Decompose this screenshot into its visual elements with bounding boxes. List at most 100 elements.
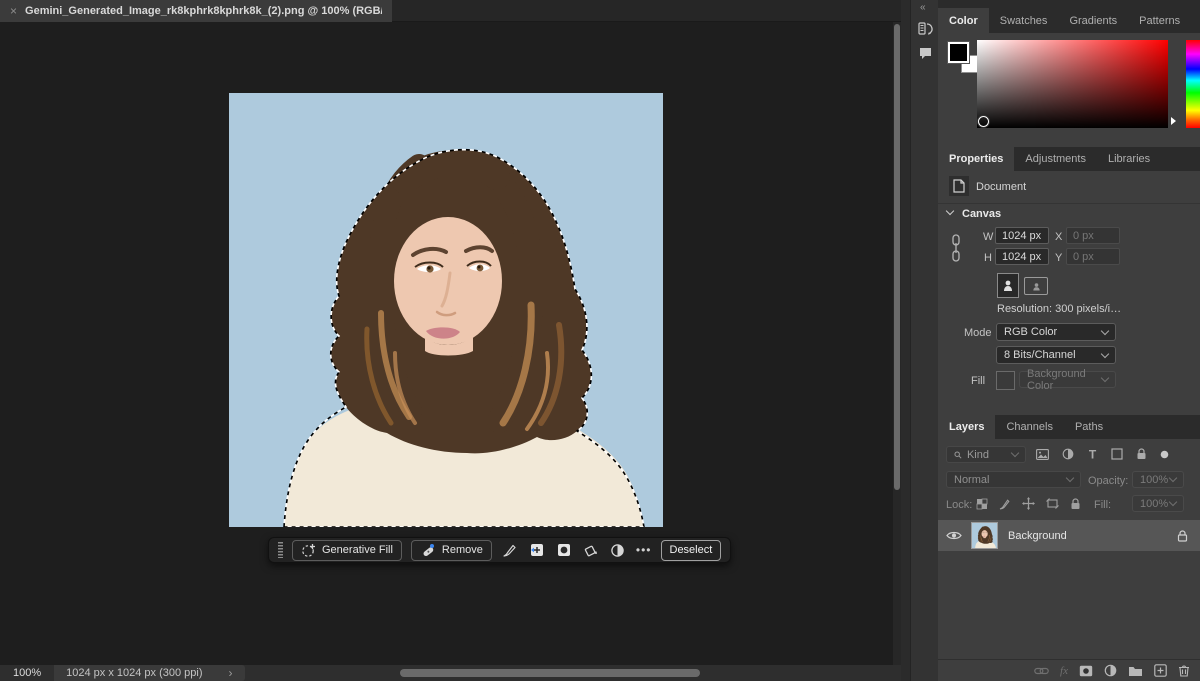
x-input[interactable]: 0 px [1066,227,1120,244]
tab-paths[interactable]: Paths [1064,414,1114,439]
remove-button[interactable]: Remove [411,540,492,561]
fill-label: Fill [971,375,985,387]
resolution-text: Resolution: 300 pixels/i… [997,303,1121,315]
add-layer-mask-icon[interactable] [1079,665,1093,677]
mask-icon [556,542,572,558]
dock-gap [901,0,910,681]
properties-panel-tab-bar: Properties Adjustments Libraries [938,147,1200,171]
bit-depth-select[interactable]: 8 Bits/Channel [996,346,1116,364]
canvas-section-chevron-icon[interactable] [947,211,953,214]
new-layer-icon[interactable] [1154,664,1167,677]
filter-type-layers-icon[interactable]: T [1087,448,1098,460]
landscape-orientation-button[interactable] [1024,277,1048,295]
new-adjustment-layer-icon[interactable] [1104,664,1117,677]
y-input[interactable]: 0 px [1066,248,1120,265]
deselect-button[interactable]: Deselect [661,540,722,561]
document-image[interactable] [229,93,663,527]
new-group-icon[interactable] [1128,665,1143,677]
document-size-info[interactable]: 1024 px x 1024 px (300 ppi) › [54,665,244,681]
landscape-icon [1032,282,1041,291]
half-circle-adjustment-icon [610,543,625,558]
zoom-level-field[interactable]: 100% [0,667,54,679]
vertical-scrollbar[interactable] [893,22,901,665]
comments-panel-button[interactable] [916,44,934,62]
portrait-orientation-button[interactable] [997,273,1019,298]
canvas-section-header[interactable]: Canvas [962,208,1001,220]
more-options-button[interactable]: ••• [636,543,652,557]
hue-bar[interactable] [1186,40,1200,128]
tab-gradients[interactable]: Gradients [1058,8,1128,33]
layer-fill-field[interactable]: 100% [1132,495,1184,512]
transform-selection-icon [529,542,545,558]
layer-thumbnail[interactable] [971,522,998,549]
panel-dock-strip: « [910,0,938,681]
tab-patterns[interactable]: Patterns [1128,8,1191,33]
blend-mode-select[interactable]: Normal [946,471,1081,488]
comment-icon [918,46,933,60]
tab-layers[interactable]: Layers [938,414,995,439]
lock-pixels-icon[interactable] [999,498,1011,510]
collapse-panels-icon[interactable]: « [920,2,925,13]
opacity-field[interactable]: 100% [1132,471,1184,488]
fill-selection-button[interactable] [582,541,600,559]
tab-swatches[interactable]: Swatches [989,8,1059,33]
fill-content-select[interactable]: Background Color [1019,371,1116,388]
generative-fill-button[interactable]: Generative Fill [292,540,402,561]
filter-pixel-layers-icon[interactable] [1036,449,1049,460]
layer-effects-icon[interactable]: fx [1060,665,1068,677]
filter-smart-objects-icon[interactable] [1136,448,1147,460]
lock-position-icon[interactable] [1022,497,1035,510]
paint-bucket-icon [583,543,599,558]
adjustment-button[interactable] [609,541,627,559]
filter-adjustment-layers-icon[interactable] [1062,448,1074,460]
width-label: W [983,231,993,243]
brush-icon [502,543,517,558]
lock-all-icon[interactable] [1070,498,1081,510]
tab-adjustments[interactable]: Adjustments [1014,146,1097,171]
history-icon [917,21,933,37]
color-picker-cursor[interactable] [978,116,989,127]
link-dimensions-icon[interactable] [950,234,962,262]
tab-properties[interactable]: Properties [938,146,1014,171]
width-input[interactable]: 1024 px [995,227,1049,244]
selection-brush-button[interactable] [501,541,519,559]
height-label: H [984,252,992,264]
lock-transparency-icon[interactable] [976,498,988,510]
create-mask-button[interactable] [555,541,573,559]
layer-row-background[interactable]: Background [938,520,1200,551]
status-chevron-icon: › [229,666,233,680]
vertical-scrollbar-thumb[interactable] [894,24,900,490]
svg-text:T: T [1089,448,1097,460]
delete-layer-icon[interactable] [1178,664,1190,677]
color-gradient-field[interactable] [977,40,1168,128]
tab-channels[interactable]: Channels [995,414,1063,439]
taskbar-drag-handle[interactable] [278,542,283,558]
layer-filter-toggle-icon[interactable] [1160,450,1169,459]
layer-name[interactable]: Background [1008,530,1067,542]
tab-color[interactable]: Color [938,8,989,33]
link-layers-icon[interactable] [1034,666,1049,676]
layer-visibility-eye-icon[interactable] [946,530,962,541]
filter-shape-layers-icon[interactable] [1111,448,1123,460]
foreground-color-swatch[interactable] [948,42,969,63]
horizontal-scrollbar-thumb[interactable] [400,669,700,677]
tab-libraries[interactable]: Libraries [1097,146,1161,171]
document-title: Gemini_Generated_Image_rk8kphrk8kphrk8k_… [25,5,382,17]
layer-filter-kind-select[interactable]: Kind [946,446,1026,463]
remove-tool-icon [420,543,436,558]
history-panel-button[interactable] [916,20,934,38]
y-label: Y [1055,252,1062,264]
hue-slider-arrow[interactable] [1171,117,1176,125]
height-input[interactable]: 1024 px [995,248,1049,265]
lock-artboard-icon[interactable] [1046,498,1059,509]
close-tab-icon[interactable]: × [10,5,17,17]
canvas-viewport[interactable]: Generative Fill Remove [0,22,901,665]
lock-icons-row [976,497,1081,510]
lock-label: Lock: [946,499,972,511]
fill-color-swatch[interactable] [996,371,1015,390]
document-tab[interactable]: × Gemini_Generated_Image_rk8kphrk8kphrk8… [0,0,392,22]
transform-selection-button[interactable] [528,541,546,559]
layer-lock-icon[interactable] [1177,530,1188,542]
color-mode-select[interactable]: RGB Color [996,323,1116,341]
portrait-icon [1003,279,1013,292]
